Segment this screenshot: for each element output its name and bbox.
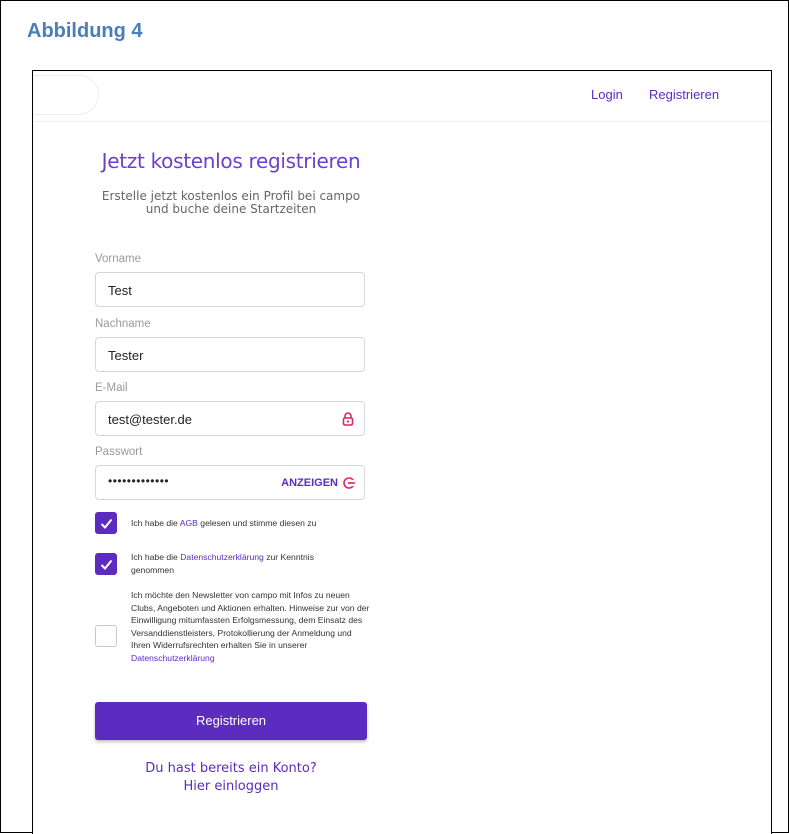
subheading-line-1: Erstelle jetzt kostenlos ein Profil bei … xyxy=(101,189,361,203)
email-value: test@tester.de xyxy=(108,412,193,427)
privacy-checkbox[interactable] xyxy=(95,553,117,575)
login-here-link[interactable]: Hier einloggen xyxy=(95,779,367,794)
password-label: Passwort xyxy=(95,446,143,458)
checkmark-icon xyxy=(100,559,113,570)
password-manager-lock-icon[interactable] xyxy=(342,412,354,426)
checkmark-icon xyxy=(100,518,113,529)
register-submit-button[interactable]: Registrieren xyxy=(95,702,367,740)
agb-text-after: gelesen und stimme diesen zu xyxy=(197,518,317,528)
page-subheading: Erstelle jetzt kostenlos ein Profil bei … xyxy=(81,190,381,216)
nav-register-link[interactable]: Registrieren xyxy=(649,87,719,102)
logo-placeholder xyxy=(33,75,99,115)
figure-title: Abbildung 4 xyxy=(27,20,143,42)
firstname-input[interactable]: Test xyxy=(95,272,365,307)
lastname-input[interactable]: Tester xyxy=(95,337,365,372)
privacy-text-before: Ich habe die xyxy=(131,552,181,562)
newsletter-consent-text: Ich möchte den Newsletter von campo mit … xyxy=(131,589,371,664)
privacy-consent-text: Ich habe die Datenschutzerklärung zur Ke… xyxy=(131,551,346,576)
lastname-label: Nachname xyxy=(95,318,151,330)
agb-link[interactable]: AGB xyxy=(180,518,198,528)
privacy-policy-link[interactable]: Datenschutzerklärung xyxy=(180,552,264,562)
newsletter-privacy-link[interactable]: Datenschutzerklärung xyxy=(131,653,215,663)
show-password-button[interactable]: ANZEIGEN xyxy=(281,477,338,489)
subheading-line-2: und buche deine Startzeiten xyxy=(145,202,317,216)
firstname-label: Vorname xyxy=(95,253,142,265)
lastname-value: Tester xyxy=(108,348,144,363)
email-label: E-Mail xyxy=(95,382,128,394)
registration-screenshot: Login Registrieren Jetzt kostenlos regis… xyxy=(32,70,772,834)
has-account-link[interactable]: Du hast bereits ein Konto? xyxy=(95,761,367,776)
email-input[interactable]: test@tester.de xyxy=(95,401,365,436)
agb-consent-text: Ich habe die AGB gelesen und stimme dies… xyxy=(131,517,371,530)
agb-text-before: Ich habe die xyxy=(131,518,180,528)
agb-checkbox[interactable] xyxy=(95,512,117,534)
password-value: ••••••••••••• xyxy=(108,474,170,488)
top-navigation-bar: Login Registrieren xyxy=(33,71,771,122)
page-heading: Jetzt kostenlos registrieren xyxy=(101,149,361,173)
newsletter-text: Ich möchte den Newsletter von campo mit … xyxy=(131,590,370,650)
newsletter-checkbox[interactable] xyxy=(95,625,117,647)
password-input[interactable]: ••••••••••••• ANZEIGEN xyxy=(95,465,365,500)
firstname-value: Test xyxy=(108,283,132,298)
password-manager-icon[interactable] xyxy=(342,476,356,490)
nav-login-link[interactable]: Login xyxy=(591,87,623,102)
